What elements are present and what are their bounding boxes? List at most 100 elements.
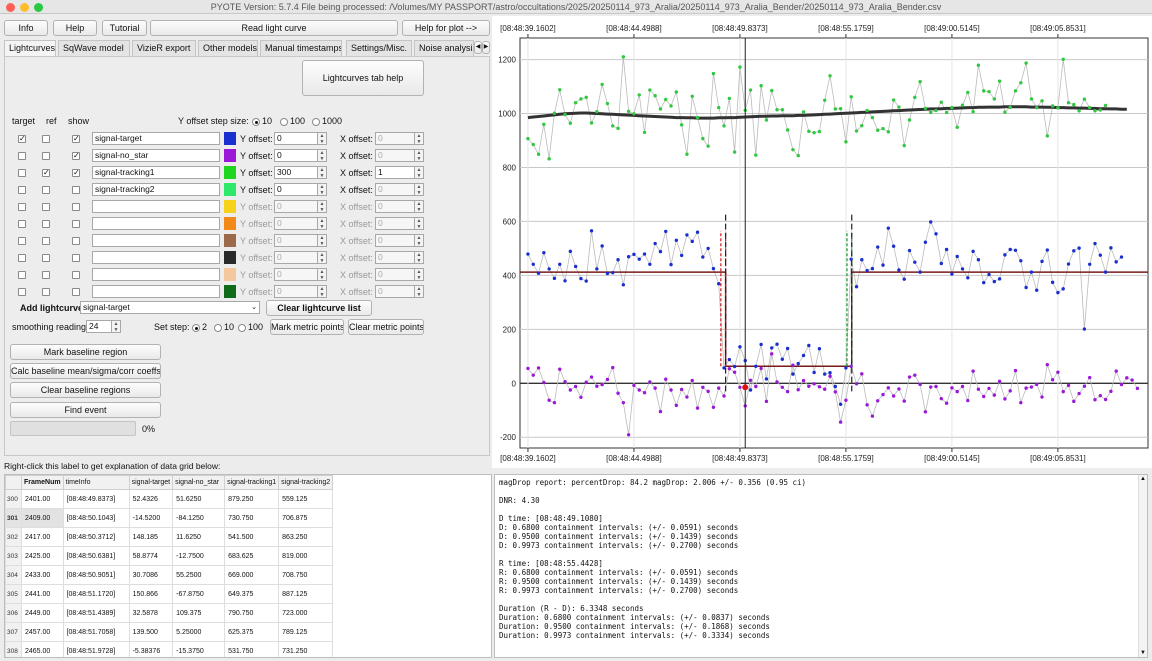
row-index[interactable]: 306 <box>5 603 22 623</box>
x-offset-stepper-icon[interactable]: ▲ ▼ <box>415 183 424 196</box>
show-checkbox[interactable] <box>72 288 80 296</box>
x-offset-input[interactable]: 0 <box>375 132 415 145</box>
y-offset-input[interactable]: 0 <box>274 200 318 213</box>
y-step-radio-10[interactable] <box>252 118 260 126</box>
y-step-radio-1000[interactable] <box>312 118 320 126</box>
color-swatch[interactable] <box>224 217 236 230</box>
target-checkbox[interactable] <box>18 254 26 262</box>
table-cell[interactable]: -15.3750 <box>172 641 226 657</box>
lightcurve-name-field[interactable] <box>92 285 220 298</box>
table-cell[interactable]: [08:48:51.4389] <box>62 603 130 623</box>
y-offset-stepper-icon[interactable]: ▲ ▼ <box>318 268 327 281</box>
row-index[interactable]: 305 <box>5 584 22 604</box>
data-grid[interactable]: FrameNum timeInfo signal-target signal-no_s… <box>4 474 492 658</box>
mark-baseline-region-button[interactable]: Mark baseline region <box>10 344 161 360</box>
y-offset-stepper-icon[interactable]: ▲ ▼ <box>318 149 327 162</box>
smoothing-stepper-icon[interactable]: ▲ ▼ <box>112 320 121 333</box>
ref-checkbox[interactable] <box>42 220 50 228</box>
target-checkbox[interactable] <box>18 271 26 279</box>
x-offset-input[interactable]: 0 <box>375 285 415 298</box>
show-checkbox[interactable]: ✓ <box>72 152 80 160</box>
row-index[interactable]: 302 <box>5 527 22 547</box>
color-swatch[interactable] <box>224 200 236 213</box>
show-checkbox[interactable] <box>72 220 80 228</box>
set-step-radio-10[interactable] <box>214 324 222 332</box>
table-cell[interactable]: 30.7086 <box>128 565 174 585</box>
ref-checkbox[interactable] <box>42 288 50 296</box>
y-offset-input[interactable]: 0 <box>274 149 318 162</box>
y-offset-stepper-icon[interactable]: ▲ ▼ <box>318 285 327 298</box>
table-cell[interactable]: 2401.00 <box>21 489 64 509</box>
color-swatch[interactable] <box>224 234 236 247</box>
tab-3[interactable]: Other models <box>198 40 258 56</box>
y-offset-stepper-icon[interactable]: ▲ ▼ <box>318 251 327 264</box>
scroll-up-icon[interactable]: ▲ <box>1140 476 1146 482</box>
table-cell[interactable]: 148.185 <box>128 527 174 547</box>
table-cell[interactable]: -5.38376 <box>128 641 174 657</box>
x-offset-stepper-icon[interactable]: ▲ ▼ <box>415 285 424 298</box>
row-index[interactable]: 303 <box>5 546 22 566</box>
column-header[interactable]: signal-no_star <box>172 475 226 490</box>
table-cell[interactable]: 150.866 <box>128 584 174 604</box>
table-cell[interactable]: 58.8774 <box>128 546 174 566</box>
x-offset-input[interactable]: 0 <box>375 251 415 264</box>
data-grid-hint-label[interactable]: Right-click this label to get explanatio… <box>4 461 220 471</box>
table-cell[interactable]: 541.500 <box>224 527 280 547</box>
table-cell[interactable]: 2441.00 <box>21 584 64 604</box>
table-cell[interactable]: 789.125 <box>278 622 334 642</box>
row-index[interactable]: 300 <box>5 489 22 509</box>
column-header[interactable]: timeInfo <box>62 475 130 490</box>
x-offset-stepper-icon[interactable]: ▲ ▼ <box>415 132 424 145</box>
find-event-button[interactable]: Find event <box>10 402 161 418</box>
table-row[interactable]: 302 2417.00 [08:48:50.3712] 148.185 11.6250 5… <box>5 527 334 547</box>
table-row[interactable]: 300 2401.00 [08:48:49.8373] 52.4326 51.6250 8… <box>5 489 334 509</box>
lightcurve-name-field[interactable] <box>92 234 220 247</box>
x-offset-input[interactable]: 1 <box>375 166 415 179</box>
y-offset-input[interactable]: 300 <box>274 166 318 179</box>
minimize-window-icon[interactable] <box>20 3 29 12</box>
mark-metric-points-button[interactable]: Mark metric points <box>270 319 344 335</box>
row-index[interactable]: 301 <box>5 508 22 528</box>
table-cell[interactable]: 531.750 <box>224 641 280 657</box>
show-checkbox[interactable] <box>72 254 80 262</box>
table-cell[interactable]: -67.8750 <box>172 584 226 604</box>
ref-checkbox[interactable] <box>42 254 50 262</box>
ref-checkbox[interactable] <box>42 271 50 279</box>
set-step-radio-100[interactable] <box>238 324 246 332</box>
report-scrollbar[interactable]: ▲ ▼ <box>1138 475 1147 657</box>
ref-checkbox[interactable] <box>42 203 50 211</box>
tab-4[interactable]: Manual timestamps <box>260 40 342 56</box>
y-offset-input[interactable]: 0 <box>274 251 318 264</box>
table-cell[interactable]: 887.125 <box>278 584 334 604</box>
clear-baseline-regions-button[interactable]: Clear baseline regions <box>10 382 161 398</box>
table-cell[interactable]: [08:48:50.6381] <box>62 546 130 566</box>
add-lightcurve-select[interactable]: signal-target ⌄ <box>80 301 260 314</box>
y-offset-stepper-icon[interactable]: ▲ ▼ <box>318 132 327 145</box>
table-cell[interactable]: 879.250 <box>224 489 280 509</box>
table-cell[interactable]: 559.125 <box>278 489 334 509</box>
table-cell[interactable]: 2457.00 <box>21 622 64 642</box>
lightcurve-name-field[interactable] <box>92 251 220 264</box>
table-cell[interactable]: 730.750 <box>224 508 280 528</box>
info-button[interactable]: Info <box>4 20 48 36</box>
x-offset-input[interactable]: 0 <box>375 217 415 230</box>
y-offset-input[interactable]: 0 <box>274 234 318 247</box>
y-offset-input[interactable]: 0 <box>274 285 318 298</box>
tab-scroll-left-icon[interactable]: ◀ <box>474 41 482 54</box>
calc-baseline-button[interactable]: Calc baseline mean/sigma/corr coeffs <box>10 363 161 379</box>
table-cell[interactable]: [08:48:50.9051] <box>62 565 130 585</box>
y-offset-stepper-icon[interactable]: ▲ ▼ <box>318 217 327 230</box>
table-cell[interactable]: 2449.00 <box>21 603 64 623</box>
y-offset-input[interactable]: 0 <box>274 132 318 145</box>
target-checkbox[interactable] <box>18 220 26 228</box>
y-offset-stepper-icon[interactable]: ▲ ▼ <box>318 166 327 179</box>
tab-1[interactable]: SqWave model <box>58 40 130 56</box>
lightcurve-plot[interactable]: -200 0 200 400 600 800 1000 1200 [08:48:39.1602]… <box>492 16 1152 468</box>
lightcurve-name-field[interactable]: signal-target <box>92 132 220 145</box>
table-cell[interactable]: 139.500 <box>128 622 174 642</box>
ref-checkbox[interactable] <box>42 186 50 194</box>
table-cell[interactable]: [08:48:51.1720] <box>62 584 130 604</box>
row-index[interactable]: 304 <box>5 565 22 585</box>
target-checkbox[interactable] <box>18 186 26 194</box>
y-offset-stepper-icon[interactable]: ▲ ▼ <box>318 234 327 247</box>
